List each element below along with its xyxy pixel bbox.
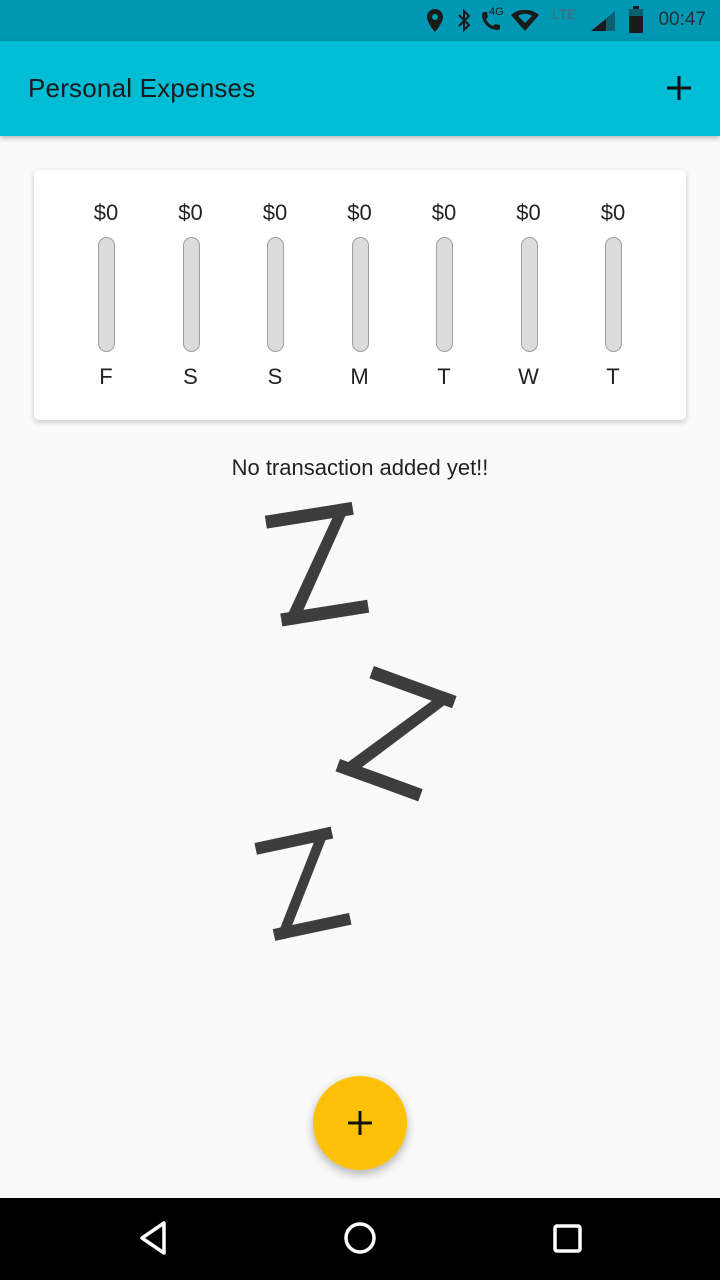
chart-bar-column: $0 W [489,200,569,400]
bar-amount-label: $0 [431,200,457,225]
plus-icon [667,76,691,100]
bluetooth-icon [458,9,471,32]
add-transaction-fab[interactable] [313,1076,407,1170]
bar-amount-label: $0 [347,200,372,225]
bar-track [520,237,538,352]
bar-track [98,237,115,352]
app-bar: Personal Expenses [0,41,720,136]
bar-amount-label: $0 [178,200,203,225]
lte-label: LTE [552,6,577,22]
bar-day-label: T [437,364,451,389]
chart-bar-column: $0 M [320,200,400,400]
network-type-label: 4G [489,6,504,18]
sleep-zzz-icon [254,501,457,941]
app-title: Personal Expenses [28,73,256,103]
chart-bar-column: $0 S [151,200,231,400]
back-icon[interactable] [136,1218,172,1258]
chart-bar-column: $0 T [573,200,653,400]
signal-icon [591,11,615,31]
plus-icon [348,1111,372,1135]
bar-track [182,237,200,352]
battery-icon [629,6,643,33]
bar-day-label: F [99,364,113,389]
weekly-chart-card: $0 F $0 S $0 S $0 M $0 T $0 W $0 T [34,170,686,420]
bar-day-label: T [606,364,620,389]
bar-amount-label: $0 [600,200,626,225]
chart-bar-column: $0 T [404,200,484,400]
bar-track [605,237,622,352]
system-nav-bar [0,1198,720,1280]
bar-amount-label: $0 [262,200,288,225]
bar-amount-label: $0 [516,200,541,225]
bar-amount-label: $0 [93,200,119,225]
wifi-icon [511,10,539,31]
status-bar: 4G LTE 00:47 [0,0,720,41]
recents-icon[interactable] [550,1218,586,1258]
add-transaction-button[interactable] [662,71,696,105]
clock: 00:47 [658,9,706,30]
empty-state-message: No transaction added yet!! [231,455,489,480]
bar-day-label: S [183,364,198,389]
bar-day-label: W [518,364,539,389]
bar-day-label: S [267,364,283,389]
bar-track [351,237,369,352]
chart-bar-column: $0 F [66,200,146,400]
bar-track [267,237,284,352]
home-icon[interactable] [342,1218,378,1258]
chart-bar-column: $0 S [235,200,315,400]
bar-track [436,237,453,352]
bar-day-label: M [350,364,369,389]
location-icon [427,9,443,32]
